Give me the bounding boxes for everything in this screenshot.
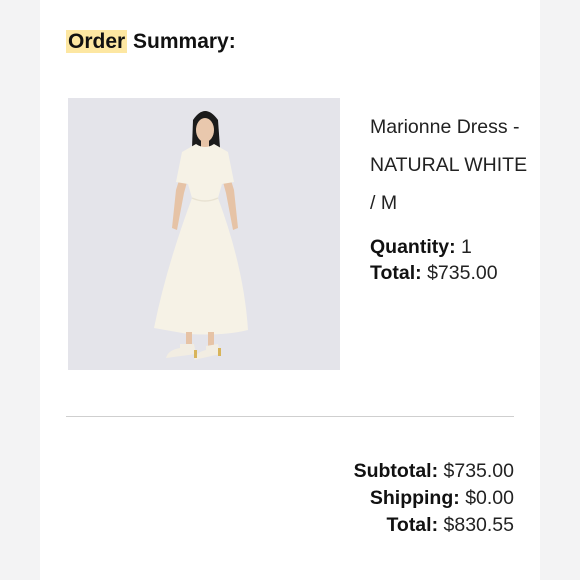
divider	[66, 416, 514, 417]
quantity-value: 1	[461, 236, 472, 258]
product-name-line1: Marionne Dress -	[370, 116, 520, 138]
product-image[interactable]	[68, 98, 340, 370]
dress-model-illustration	[68, 98, 340, 370]
item-total-label: Total:	[370, 262, 422, 284]
item-total-value: $735.00	[427, 262, 498, 284]
shipping-value: $0.00	[465, 487, 514, 509]
shipping-row: Shipping: $0.00	[354, 485, 514, 512]
title-highlight-word: Order	[66, 30, 128, 53]
product-variant-size: / M	[370, 192, 398, 214]
title-rest: Summary:	[133, 30, 236, 53]
subtotal-value: $735.00	[443, 460, 515, 482]
item-meta: Quantity: 1 Total: $735.00	[370, 234, 550, 286]
quantity-row: Quantity: 1	[370, 234, 550, 260]
order-summary-card: Order Summary: Marionne Dress - NATURAL …	[40, 0, 540, 580]
subtotal-row: Subtotal: $735.00	[354, 458, 514, 485]
product-name[interactable]: Marionne Dress - NATURAL WHITE / M	[370, 108, 550, 222]
subtotal-label: Subtotal:	[353, 460, 439, 482]
item-total-row: Total: $735.00	[370, 260, 550, 286]
order-totals: Subtotal: $735.00 Shipping: $0.00 Total:…	[354, 458, 514, 539]
grand-total-row: Total: $830.55	[354, 512, 514, 539]
product-variant-color: NATURAL WHITE	[370, 154, 528, 176]
grand-total-label: Total:	[386, 514, 439, 536]
shipping-label: Shipping:	[369, 487, 460, 509]
quantity-label: Quantity:	[370, 236, 456, 258]
grand-total-value: $830.55	[443, 514, 515, 536]
order-summary-title: Order Summary:	[66, 30, 236, 54]
